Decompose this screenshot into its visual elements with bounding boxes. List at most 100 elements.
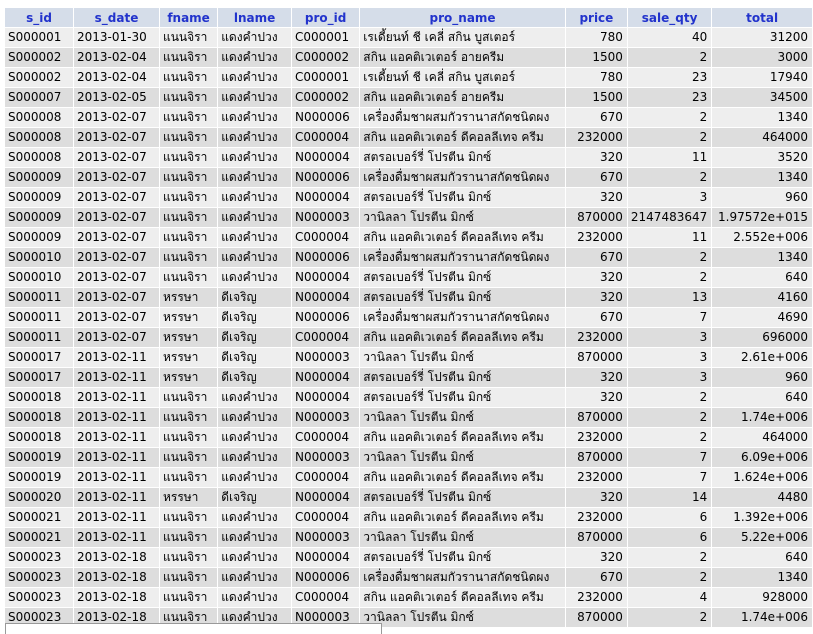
cell-lname: แดงคำปวง: [217, 247, 292, 268]
cell-price: 670: [565, 247, 628, 268]
cell-total: 4690: [711, 307, 813, 328]
cell-fname: แนนจิรา: [159, 127, 219, 148]
cell-total: 4160: [711, 287, 813, 308]
table-row[interactable]: S000009 2013-02-07 แนนจิรา แดงคำปวง C000004 ส…: [5, 227, 813, 248]
cell-pro-id: N000003: [291, 447, 361, 468]
column-header-pro-id[interactable]: pro_id: [291, 8, 361, 28]
cell-pro-name: สกิน แอคติเวเตอร์ ดีคอลลีเทจ ครีม: [359, 327, 566, 348]
cell-s-id: S000008: [5, 127, 75, 148]
column-header-total[interactable]: total: [711, 8, 813, 28]
cell-s-date: 2013-02-11: [73, 387, 160, 408]
cell-total: 31200: [711, 27, 813, 48]
cell-sale-qty: 2: [627, 127, 713, 148]
table-row[interactable]: S000001 2013-01-30 แนนจิรา แดงคำปวง C000001 เ…: [5, 27, 813, 48]
table-row[interactable]: S000010 2013-02-07 แนนจิรา แดงคำปวง N000006 เ…: [5, 247, 813, 268]
cell-pro-name: เรเดี้ยนท์ ชี เคลี่ สกิน บูสเตอร์: [359, 27, 566, 48]
table-row[interactable]: S000009 2013-02-07 แนนจิรา แดงคำปวง N000003 ว…: [5, 207, 813, 228]
cell-s-id: S000011: [5, 327, 75, 348]
column-header-s-date[interactable]: s_date: [73, 8, 160, 28]
cell-s-date: 2013-02-18: [73, 567, 160, 588]
cell-price: 320: [565, 547, 628, 568]
cell-price: 320: [565, 147, 628, 168]
cell-sale-qty: 2: [627, 387, 713, 408]
cell-price: 870000: [565, 207, 628, 228]
table-row[interactable]: S000002 2013-02-04 แนนจิรา แดงคำปวง C000001 เ…: [5, 67, 813, 88]
cell-s-date: 2013-02-07: [73, 187, 160, 208]
cell-sale-qty: 6: [627, 507, 713, 528]
cell-total: 2.552e+006: [711, 227, 813, 248]
cell-total: 1.74e+006: [711, 407, 813, 428]
column-header-price[interactable]: price: [565, 8, 628, 28]
table-row[interactable]: S000023 2013-02-18 แนนจิรา แดงคำปวง C000004 ส…: [5, 587, 813, 608]
table-row[interactable]: S000020 2013-02-11 หรรษา ดีเจริญ N000004 สตรอ…: [5, 487, 813, 508]
table-row[interactable]: S000009 2013-02-07 แนนจิรา แดงคำปวง N000006 เ…: [5, 167, 813, 188]
cell-pro-id: C000001: [291, 27, 361, 48]
table-row[interactable]: S000017 2013-02-11 หรรษา ดีเจริญ N000003 วานิ…: [5, 347, 813, 368]
cell-sale-qty: 7: [627, 467, 713, 488]
cell-pro-id: C000002: [291, 47, 361, 68]
table-row[interactable]: S000019 2013-02-11 แนนจิรา แดงคำปวง C000004 ส…: [5, 467, 813, 488]
cell-sale-qty: 2: [627, 107, 713, 128]
table-row[interactable]: S000011 2013-02-07 หรรษา ดีเจริญ N000004 สตรอ…: [5, 287, 813, 308]
cell-fname: แนนจิรา: [159, 467, 219, 488]
table-row[interactable]: S000023 2013-02-18 แนนจิรา แดงคำปวง N000004 ส…: [5, 547, 813, 568]
cell-sale-qty: 6: [627, 527, 713, 548]
table-row[interactable]: S000019 2013-02-11 แนนจิรา แดงคำปวง N000003 ว…: [5, 447, 813, 468]
table-row[interactable]: S000017 2013-02-11 หรรษา ดีเจริญ N000004 สตรอ…: [5, 367, 813, 388]
table-row[interactable]: S000009 2013-02-07 แนนจิรา แดงคำปวง N000004 ส…: [5, 187, 813, 208]
table-row[interactable]: S000011 2013-02-07 หรรษา ดีเจริญ N000006 เครื…: [5, 307, 813, 328]
cell-pro-id: N000006: [291, 247, 361, 268]
cell-fname: แนนจิรา: [159, 27, 219, 48]
column-header-fname[interactable]: fname: [159, 8, 219, 28]
table-row[interactable]: S000010 2013-02-07 แนนจิรา แดงคำปวง N000004 ส…: [5, 267, 813, 288]
table-row[interactable]: S000018 2013-02-11 แนนจิรา แดงคำปวง N000004 ส…: [5, 387, 813, 408]
cell-price: 1500: [565, 87, 628, 108]
table-row[interactable]: S000018 2013-02-11 แนนจิรา แดงคำปวง N000003 ว…: [5, 407, 813, 428]
table-row[interactable]: S000011 2013-02-07 หรรษา ดีเจริญ C000004 สกิน…: [5, 327, 813, 348]
table-row[interactable]: S000002 2013-02-04 แนนจิรา แดงคำปวง C000002 ส…: [5, 47, 813, 68]
cell-pro-name: สกิน แอคติเวเตอร์ ดีคอลลีเทจ ครีม: [359, 467, 566, 488]
cell-s-id: S000008: [5, 147, 75, 168]
cell-price: 1500: [565, 47, 628, 68]
cell-lname: ดีเจริญ: [217, 307, 292, 328]
cell-fname: หรรษา: [159, 347, 219, 368]
column-header-s-id[interactable]: s_id: [5, 8, 75, 28]
cell-pro-name: เครื่องดื่มชาผสมกัวรานาสกัดชนิดผง: [359, 247, 566, 268]
column-header-lname[interactable]: lname: [217, 8, 292, 28]
cell-pro-name: สกิน แอคติเวเตอร์ ดีคอลลีเทจ ครีม: [359, 507, 566, 528]
cell-lname: แดงคำปวง: [217, 227, 292, 248]
cell-lname: แดงคำปวง: [217, 207, 292, 228]
cell-pro-name: วานิลลา โปรตีน มิกซ์: [359, 447, 566, 468]
cell-s-id: S000009: [5, 187, 75, 208]
cell-sale-qty: 7: [627, 307, 713, 328]
column-header-pro-name[interactable]: pro_name: [359, 8, 566, 28]
cell-pro-name: สกิน แอคติเวเตอร์ อายครีม: [359, 87, 566, 108]
cell-price: 670: [565, 107, 628, 128]
table-row[interactable]: S000007 2013-02-05 แนนจิรา แดงคำปวง C000002 ส…: [5, 87, 813, 108]
table-row[interactable]: S000018 2013-02-11 แนนจิรา แดงคำปวง C000004 ส…: [5, 427, 813, 448]
cell-total: 3520: [711, 147, 813, 168]
cell-fname: แนนจิรา: [159, 387, 219, 408]
cell-sale-qty: 2: [627, 607, 713, 628]
cell-s-date: 2013-02-07: [73, 127, 160, 148]
cell-pro-id: N000003: [291, 527, 361, 548]
table-row[interactable]: S000021 2013-02-11 แนนจิรา แดงคำปวง N000003 ว…: [5, 527, 813, 548]
table-row[interactable]: S000021 2013-02-11 แนนจิรา แดงคำปวง C000004 ส…: [5, 507, 813, 528]
cell-pro-name: สกิน แอคติเวเตอร์ ดีคอลลีเทจ ครีม: [359, 587, 566, 608]
cell-total: 960: [711, 187, 813, 208]
cell-s-date: 2013-02-07: [73, 207, 160, 228]
cell-pro-name: วานิลลา โปรตีน มิกซ์: [359, 407, 566, 428]
table-body: S000001 2013-01-30 แนนจิรา แดงคำปวง C000001 เ…: [5, 27, 813, 628]
table-row[interactable]: S000023 2013-02-18 แนนจิรา แดงคำปวง N000006 เ…: [5, 567, 813, 588]
cell-sale-qty: 7: [627, 447, 713, 468]
column-header-sale-qty[interactable]: sale_qty: [627, 8, 713, 28]
table-row[interactable]: S000008 2013-02-07 แนนจิรา แดงคำปวง C000004 ส…: [5, 127, 813, 148]
table-row[interactable]: S000008 2013-02-07 แนนจิรา แดงคำปวง N000004 ส…: [5, 147, 813, 168]
cell-s-date: 2013-02-11: [73, 467, 160, 488]
table-row[interactable]: S000008 2013-02-07 แนนจิรา แดงคำปวง N000006 เ…: [5, 107, 813, 128]
cell-price: 870000: [565, 447, 628, 468]
cell-price: 232000: [565, 467, 628, 488]
cell-sale-qty: 2: [627, 247, 713, 268]
cell-s-date: 2013-02-07: [73, 167, 160, 188]
cell-pro-name: สตรอเบอร์รี่ โปรตีน มิกซ์: [359, 147, 566, 168]
